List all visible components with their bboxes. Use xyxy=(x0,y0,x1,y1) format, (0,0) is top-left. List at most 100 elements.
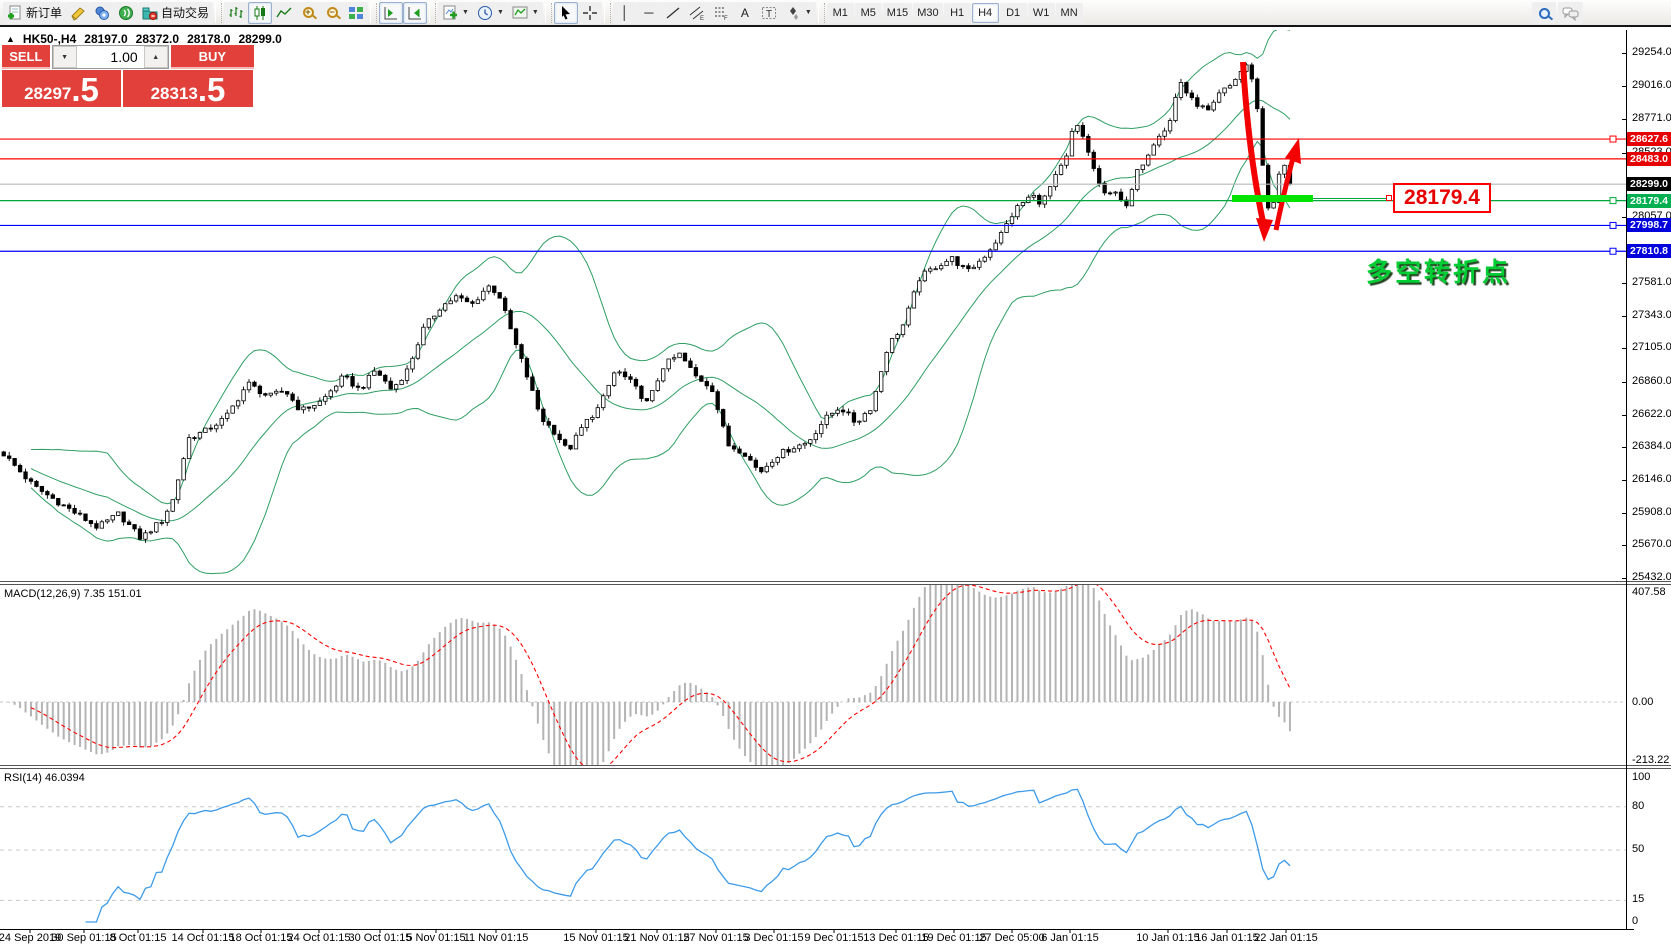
timeframe-w1-button[interactable]: W1 xyxy=(1028,3,1055,23)
chart-canvas[interactable] xyxy=(0,29,1671,947)
zoom-in-icon: + xyxy=(303,7,314,18)
time-tick-label: 8 Oct 01:15 xyxy=(110,932,167,944)
macd-tick-label: 0.00 xyxy=(1632,696,1653,708)
price-axis[interactable]: 29254.029016.028771.028523.028057.027581… xyxy=(1626,29,1671,947)
text-button[interactable]: A xyxy=(733,2,757,24)
volume-input[interactable]: 1.00 xyxy=(77,46,144,68)
macd-tick-label: 407.58 xyxy=(1632,586,1666,598)
indicators-button[interactable]: ▼ xyxy=(508,2,543,24)
time-tick-label: 24 Oct 01:15 xyxy=(288,932,351,944)
auto-trading-icon xyxy=(142,5,158,21)
time-tick-mark xyxy=(657,929,658,933)
timeframe-h4-button[interactable]: H4 xyxy=(972,3,999,23)
toolbar-grip xyxy=(818,3,825,23)
timeframe-m1-button[interactable]: M1 xyxy=(827,3,854,23)
candlestick-chart-button[interactable] xyxy=(248,2,272,24)
timeframe-m15-button[interactable]: M15 xyxy=(883,3,912,23)
price-tick-mark xyxy=(1622,283,1626,284)
fibonacci-button[interactable]: F xyxy=(709,2,733,24)
high-value: 28372.0 xyxy=(136,32,179,46)
price-tag: 27810.8 xyxy=(1627,244,1671,258)
collapse-trade-panel-icon[interactable]: ▲ xyxy=(6,34,15,44)
chart-shift-button[interactable] xyxy=(379,2,403,24)
chart-shift-icon xyxy=(383,5,399,21)
price-tick-mark xyxy=(1622,447,1626,448)
crosshair-button[interactable] xyxy=(578,2,602,24)
channel-button[interactable]: E xyxy=(685,2,709,24)
new-chart-button[interactable]: ▼ xyxy=(438,2,473,24)
chevron-down-icon: ▼ xyxy=(532,9,539,16)
rsi-tick-label: 0 xyxy=(1632,915,1638,927)
open-value: 28197.0 xyxy=(84,32,127,46)
chart-window[interactable]: ▲ HK50-,H4 28197.0 28372.0 28178.0 28299… xyxy=(0,29,1671,947)
timeframe-m30-button[interactable]: M30 xyxy=(913,3,942,23)
timeframe-h1-button[interactable]: H1 xyxy=(944,3,971,23)
callout-anchor-handle[interactable] xyxy=(1386,195,1392,201)
horizontal-line-button[interactable]: ─ xyxy=(637,2,661,24)
signals-button[interactable] xyxy=(114,2,138,24)
vertical-line-button[interactable]: │ xyxy=(613,2,637,24)
support-zone-drawing[interactable] xyxy=(1232,195,1313,202)
volume-decrease-button[interactable]: ▼ xyxy=(53,46,77,68)
trendline-button[interactable] xyxy=(661,2,685,24)
cursor-button[interactable] xyxy=(554,2,578,24)
time-tick-label: 18 Oct 01:15 xyxy=(230,932,293,944)
profiles-button[interactable]: ▼ xyxy=(473,2,508,24)
callout-connector-line xyxy=(1313,198,1386,199)
time-axis[interactable]: 24 Sep 201930 Sep 01:158 Oct 01:1514 Oct… xyxy=(0,932,1671,947)
shapes-button[interactable]: ▼ xyxy=(781,2,816,24)
rsi-tick-label: 100 xyxy=(1632,771,1650,783)
price-tick-label: 26146.0 xyxy=(1632,473,1671,485)
equidistant-channel-icon: E xyxy=(689,5,705,21)
chevron-down-icon: ▼ xyxy=(805,9,812,16)
time-tick-mark xyxy=(319,929,320,933)
tile-windows-button[interactable] xyxy=(344,2,368,24)
time-tick-label: 22 Jan 01:15 xyxy=(1254,932,1318,944)
line-chart-button[interactable] xyxy=(272,2,296,24)
price-tick-label: 29254.0 xyxy=(1632,46,1671,58)
auto-scroll-button[interactable] xyxy=(403,2,427,24)
time-tick-mark xyxy=(380,929,381,933)
bar-chart-icon xyxy=(228,5,244,21)
auto-trading-button[interactable]: 自动交易 xyxy=(138,2,213,24)
time-tick-mark xyxy=(138,929,139,933)
volume-increase-button[interactable]: ▲ xyxy=(144,46,168,68)
price-tick-mark xyxy=(1622,153,1626,154)
new-order-button[interactable]: 新订单 xyxy=(3,2,66,24)
zoom-out-button[interactable]: − xyxy=(320,2,344,24)
sell-button[interactable]: SELL xyxy=(2,45,50,69)
annotation-note-text[interactable]: 多空转折点 xyxy=(1366,252,1511,289)
timeframe-d1-button[interactable]: D1 xyxy=(1000,3,1027,23)
timeframe-mn-button[interactable]: MN xyxy=(1056,3,1083,23)
chat-button[interactable] xyxy=(1558,2,1583,24)
time-tick-mark xyxy=(496,929,497,933)
buy-button[interactable]: BUY xyxy=(171,45,254,69)
symbol-period-label: HK50-,H4 xyxy=(23,32,76,46)
sell-price-display[interactable]: 28297 .5 xyxy=(2,70,121,107)
candlestick-chart-icon xyxy=(252,5,268,21)
zoom-in-button[interactable]: + xyxy=(296,2,320,24)
search-button[interactable] xyxy=(1532,2,1556,24)
metaeditor-button[interactable] xyxy=(66,2,90,24)
clock-icon xyxy=(477,5,493,21)
tile-windows-icon xyxy=(348,5,364,21)
timeframe-m5-button[interactable]: M5 xyxy=(855,3,882,23)
time-tick-mark xyxy=(774,929,775,933)
toolbar-grip xyxy=(215,3,222,23)
macd-panel-separator[interactable] xyxy=(0,581,1671,585)
time-tick-mark xyxy=(203,929,204,933)
svg-text:E: E xyxy=(700,16,704,21)
community-button[interactable] xyxy=(90,2,114,24)
community-icon xyxy=(94,5,110,21)
main-toolbar: 新订单 自动交易 + − xyxy=(0,0,1671,27)
time-tick-mark xyxy=(834,929,835,933)
signals-icon xyxy=(118,5,134,21)
price-tick-label: 25908.0 xyxy=(1632,506,1671,518)
bar-chart-button[interactable] xyxy=(224,2,248,24)
price-callout-label[interactable]: 28179.4 xyxy=(1393,183,1491,213)
buy-price-display[interactable]: 28313 .5 xyxy=(123,70,253,107)
rsi-panel-separator[interactable] xyxy=(0,765,1671,769)
time-tick-mark xyxy=(30,929,31,933)
time-tick-mark xyxy=(596,929,597,933)
text-label-button[interactable]: T xyxy=(757,2,781,24)
